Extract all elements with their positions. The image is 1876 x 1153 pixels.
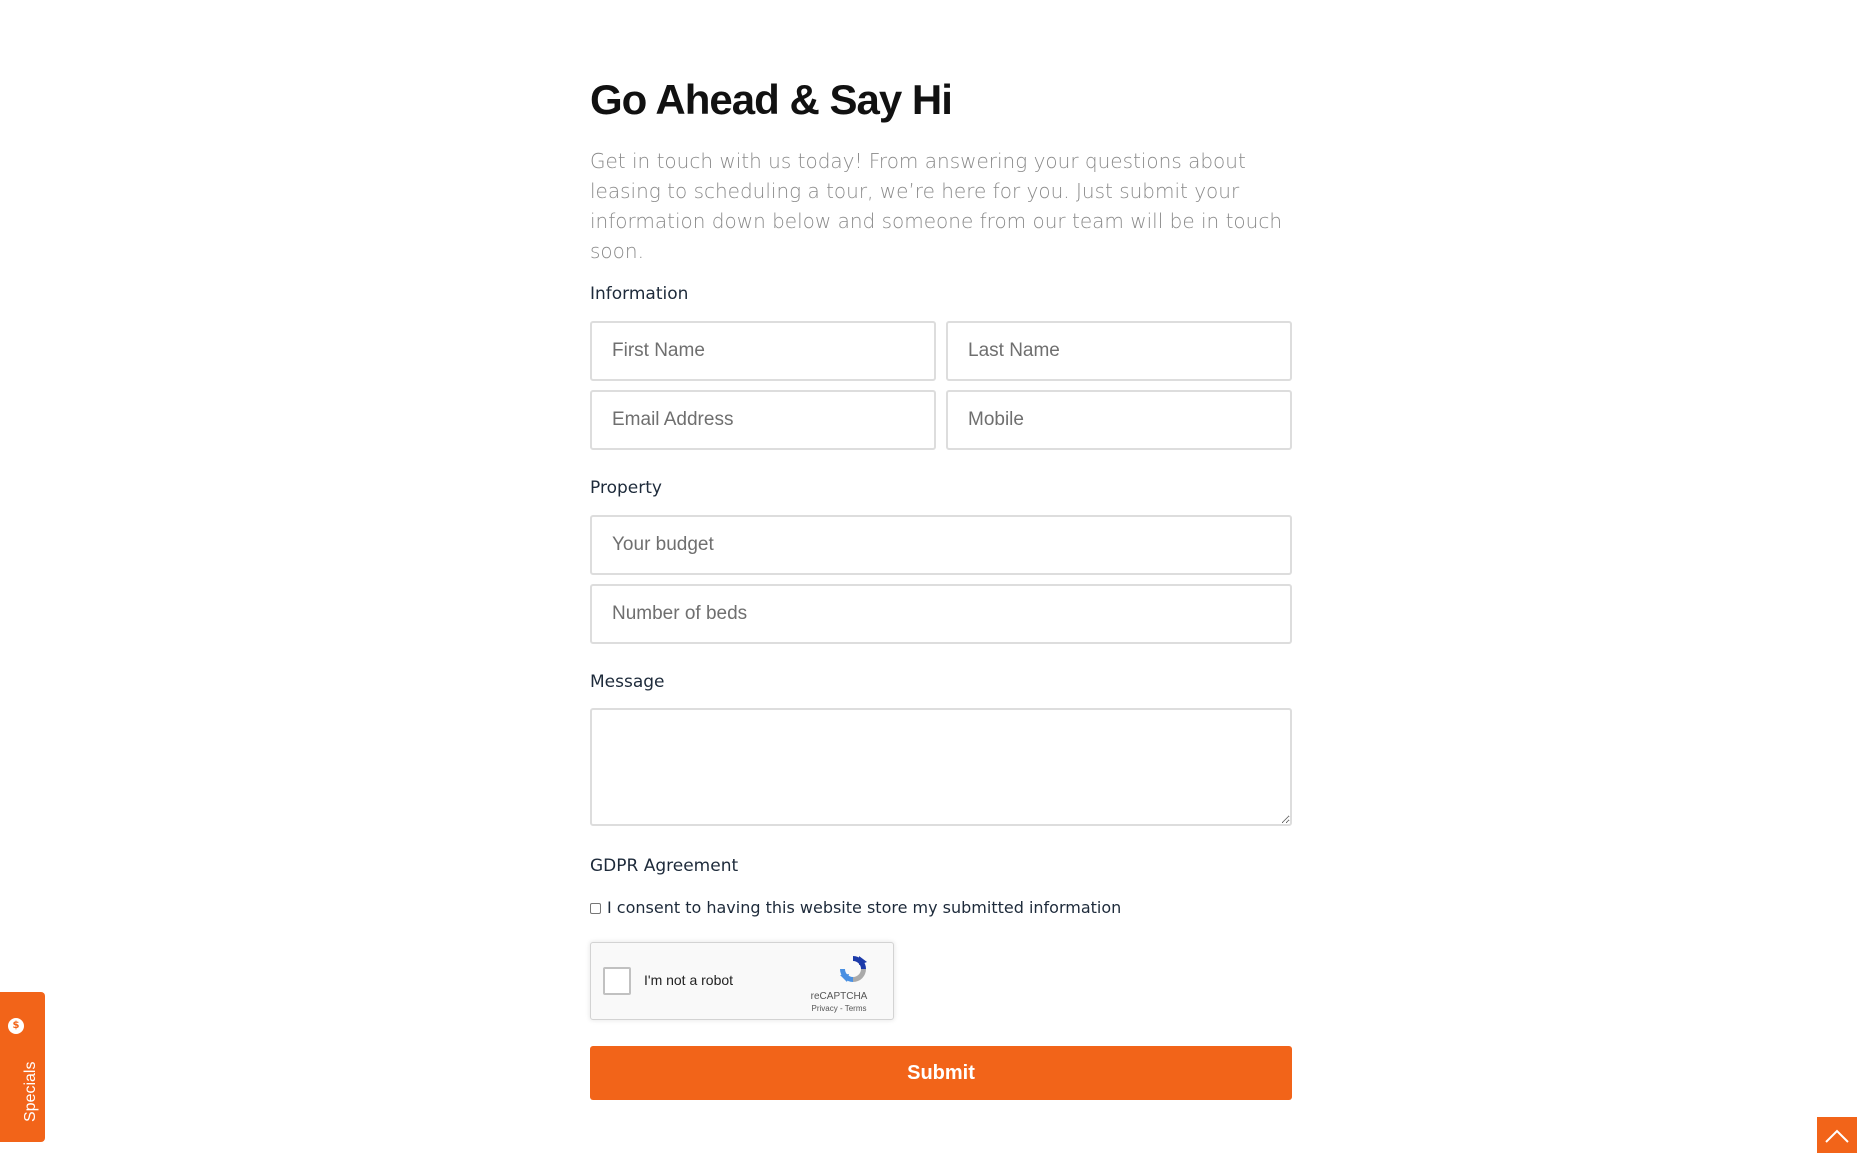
first-name-input[interactable] (590, 321, 936, 381)
specials-label: Specials (22, 1061, 39, 1122)
recaptcha-label: I'm not a robot (644, 972, 734, 988)
message-textarea[interactable] (590, 708, 1292, 826)
recaptcha-widget: I'm not a robot reCAPTCHA Privacy - Term… (590, 942, 894, 1020)
dollar-icon: $ (8, 1018, 24, 1034)
specials-tab[interactable]: $ Specials (0, 992, 45, 1142)
section-label-message: Message (590, 672, 665, 692)
recaptcha-links[interactable]: Privacy - Terms (791, 1004, 887, 1013)
scroll-to-top-button[interactable] (1816, 1116, 1858, 1153)
recaptcha-checkbox[interactable] (603, 967, 631, 995)
beds-input[interactable] (590, 584, 1292, 644)
section-label-gdpr: GDPR Agreement (590, 856, 739, 876)
mobile-input[interactable] (946, 390, 1292, 450)
recaptcha-brand: reCAPTCHA (810, 991, 868, 1002)
intro-text: Get in touch with us today! From answeri… (590, 149, 1283, 263)
gdpr-consent-row[interactable]: I consent to having this website store m… (590, 897, 1121, 919)
gdpr-consent-label[interactable]: I consent to having this website store m… (607, 897, 1121, 919)
last-name-input[interactable] (946, 321, 1292, 381)
budget-input[interactable] (590, 515, 1292, 575)
section-label-property: Property (590, 478, 662, 498)
chevron-up-icon (1825, 1129, 1849, 1143)
email-input[interactable] (590, 390, 936, 450)
submit-button[interactable]: Submit (590, 1046, 1292, 1100)
page-title: Go Ahead & Say Hi (590, 76, 953, 123)
section-label-information: Information (590, 284, 689, 304)
recaptcha-logo-icon (840, 956, 867, 982)
gdpr-consent-checkbox[interactable] (590, 902, 601, 914)
